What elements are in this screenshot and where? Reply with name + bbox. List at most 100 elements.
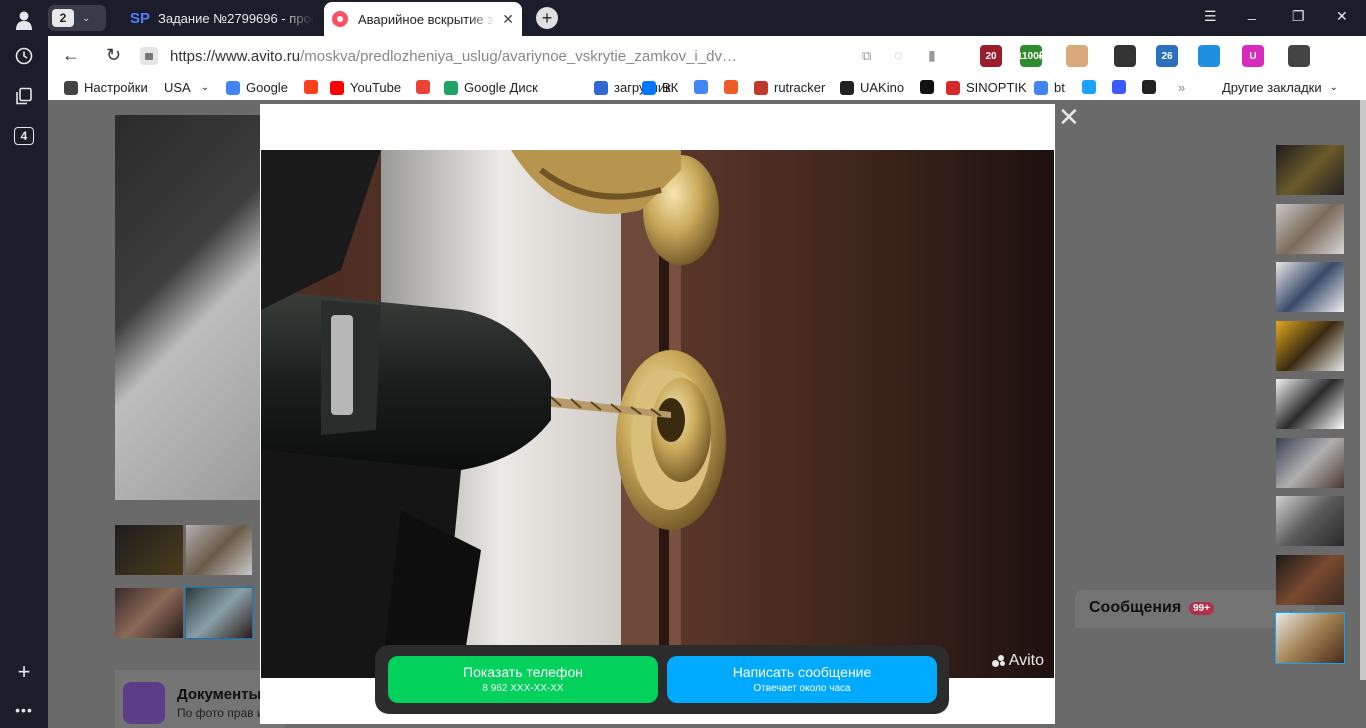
vk-icon	[642, 80, 656, 95]
bookmark-label: Google Диск	[464, 80, 538, 95]
bookmark-item[interactable]	[1142, 80, 1162, 94]
contact-action-bar: Показать телефон 8 962 XXX-XX-XX Написат…	[375, 645, 949, 714]
bookmark-label: YouTube	[350, 80, 402, 95]
calendar-badge-icon[interactable]: 26	[1156, 45, 1178, 67]
minimize-icon[interactable]: _	[1248, 4, 1256, 20]
other-bookmarks-label: Другие закладки	[1222, 80, 1322, 95]
tab-count: 2	[52, 9, 74, 27]
loader-icon	[594, 80, 608, 95]
phone-masked: 8 962 XXX-XX-XX	[482, 683, 564, 694]
page-thumbnail[interactable]	[115, 525, 183, 575]
tab-title: Задание №2799696 - проверка	[158, 10, 314, 26]
more-bookmarks-icon[interactable]: »	[1178, 80, 1185, 95]
tab-title: Аварийное вскрытие замков	[358, 11, 496, 27]
new-tab-button[interactable]: +	[536, 7, 558, 29]
close-window-icon[interactable]: ✕	[1336, 8, 1348, 25]
collections-icon[interactable]	[12, 84, 36, 108]
lightbox-thumbnail[interactable]	[1276, 145, 1344, 195]
chevron-down-icon: ⌄	[200, 82, 210, 93]
menu-icon[interactable]: ☰	[1204, 8, 1217, 25]
gmail-icon	[416, 80, 430, 94]
bookmark-item[interactable]: UAKino	[840, 80, 904, 95]
lightbox-thumbnail[interactable]	[1276, 379, 1344, 429]
sp-favicon-icon: SP	[130, 9, 151, 27]
close-lightbox-icon[interactable]: ✕	[1058, 104, 1080, 130]
documents-subtitle: По фото прав и	[177, 706, 264, 720]
page-scrollbar[interactable]	[1360, 100, 1366, 680]
bookmark-label: Google	[246, 80, 288, 95]
copy-page-icon[interactable]: ⧉	[862, 48, 871, 64]
tab-task[interactable]: SP Задание №2799696 - проверка	[122, 2, 322, 34]
lightbox-thumbnail[interactable]	[1276, 262, 1344, 312]
f-square-icon	[724, 80, 738, 94]
lightbox-thumbnail[interactable]	[1276, 554, 1344, 605]
chevron-down-icon: ⌄	[82, 12, 91, 24]
bookmark-item[interactable]	[304, 80, 324, 94]
tab-group-button[interactable]: 2 ⌄	[48, 5, 106, 31]
bookmark-item[interactable]	[724, 80, 744, 94]
yandex-icon	[304, 80, 318, 94]
address-input[interactable]: https://www.avito.ru/moskva/predlozheniy…	[140, 42, 870, 70]
avito-logo-icon	[991, 655, 1006, 667]
puzzle-character-icon[interactable]	[1066, 45, 1088, 67]
other-bookmarks-folder[interactable]: Другие закладки ⌄	[1222, 80, 1338, 95]
bookmark-icon[interactable]: ▮	[928, 47, 936, 64]
add-panel-icon[interactable]: +	[12, 659, 36, 684]
back-icon[interactable]: ←	[62, 45, 80, 66]
bookmark-item[interactable]	[1082, 80, 1102, 94]
close-tab-icon[interactable]: ✕	[502, 11, 514, 28]
lightbox-photo: Avito	[261, 150, 1054, 678]
write-message-label: Написать сообщение	[732, 664, 872, 680]
tab-avito[interactable]: Аварийное вскрытие замков ✕	[324, 2, 522, 36]
bookmark-label: bt	[1054, 80, 1065, 95]
more-icon[interactable]: •••	[12, 698, 36, 722]
bookmark-item[interactable]: Google Диск	[444, 80, 538, 95]
bookmark-item[interactable]	[416, 80, 436, 94]
lightbox-thumbnail[interactable]	[1276, 437, 1344, 488]
translate-page-icon[interactable]: ◌	[894, 47, 902, 63]
bookmark-item[interactable]: rutracker	[754, 80, 825, 95]
u-shield-icon[interactable]: U	[1242, 45, 1264, 67]
write-message-button[interactable]: Написать сообщение Отвечает около часа	[667, 656, 937, 703]
restore-icon[interactable]: ❐	[1292, 8, 1305, 25]
gear-icon	[64, 80, 78, 95]
profile-icon[interactable]	[12, 8, 36, 32]
arrow-square-icon[interactable]	[1114, 45, 1136, 67]
bookmark-item[interactable]: ВК	[642, 80, 678, 95]
bookmark-item[interactable]: SINOPTIK	[946, 80, 1027, 95]
extensions-icon[interactable]	[1288, 45, 1310, 67]
bookmark-item[interactable]: Google	[226, 80, 288, 95]
page-thumbnail[interactable]	[186, 525, 252, 575]
p-square-icon	[1082, 80, 1096, 94]
bookmark-item[interactable]: YouTube	[330, 80, 401, 95]
watermark-text: Avito	[1008, 652, 1044, 669]
bookmark-item[interactable]: bt	[1034, 80, 1065, 95]
thermometer-icon	[946, 80, 960, 95]
page-thumbnail[interactable]	[185, 587, 253, 639]
bookmark-item[interactable]	[920, 80, 940, 94]
avito-watermark: Avito	[991, 652, 1044, 670]
show-phone-button[interactable]: Показать телефон 8 962 XXX-XX-XX	[388, 656, 658, 703]
diamond-icon[interactable]	[1198, 45, 1220, 67]
reload-icon[interactable]: ↻	[106, 45, 121, 66]
drive-icon	[444, 80, 458, 95]
lightbox-thumbnail[interactable]	[1276, 203, 1344, 254]
history-icon[interactable]	[12, 44, 36, 68]
page-thumbnail[interactable]	[115, 588, 183, 638]
messages-label: Сообщения	[1089, 599, 1182, 616]
bookmark-item[interactable]	[1112, 80, 1132, 94]
address-bar-row: ← ↻ https://www.avito.ru/moskva/predlozh…	[48, 36, 1366, 76]
bookmark-item[interactable]	[694, 80, 714, 94]
bookmark-item[interactable]: Настройки	[64, 80, 148, 95]
bookmark-label: UAKino	[860, 80, 905, 95]
bookmark-label: Настройки	[84, 80, 148, 95]
lightbox-thumbnail[interactable]	[1275, 612, 1345, 664]
url-path: /moskva/predlozheniya_uslug/avariynoe_vs…	[300, 47, 737, 65]
lightbox-thumbnail[interactable]	[1276, 496, 1344, 546]
lightbox-thumbnail[interactable]	[1276, 320, 1344, 371]
counter-badge-icon[interactable]: 1100₽	[1017, 45, 1045, 67]
shield-badge-icon[interactable]: 20	[980, 45, 1002, 67]
bookmark-item[interactable]: USA ⌄	[164, 80, 209, 95]
tabs-count-icon[interactable]: 4	[12, 124, 36, 148]
lock-icon[interactable]	[140, 47, 158, 65]
